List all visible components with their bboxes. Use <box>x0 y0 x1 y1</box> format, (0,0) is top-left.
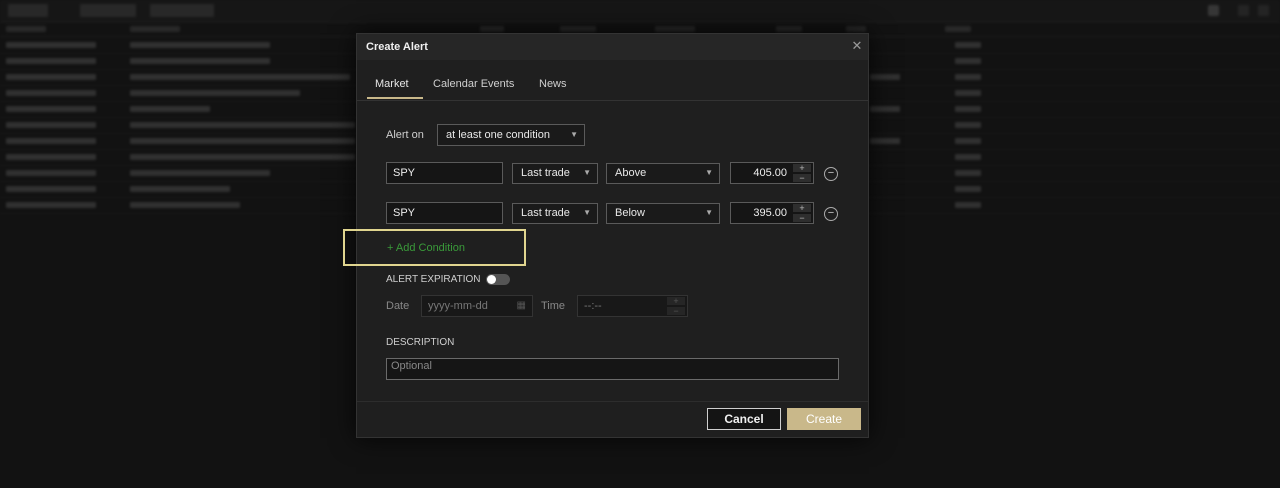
decrement-button[interactable]: − <box>793 174 811 183</box>
dialog-title: Create Alert <box>366 41 428 53</box>
toggle-knob <box>487 275 496 284</box>
background-header-cell <box>945 26 971 32</box>
dialog-footer: Cancel Create <box>357 401 868 438</box>
condition-value-input[interactable]: 395.00 + − <box>730 202 814 224</box>
increment-button[interactable]: + <box>793 204 811 213</box>
cancel-button[interactable]: Cancel <box>707 408 781 430</box>
background-button <box>80 4 136 17</box>
background-toolbar <box>0 0 1280 23</box>
tab-news[interactable]: News <box>539 78 567 90</box>
background-header-cell <box>776 26 802 32</box>
time-input[interactable]: --:-- + − <box>577 295 688 317</box>
dialog-header: Create Alert ✕ <box>357 34 868 60</box>
background-icon <box>1208 5 1219 16</box>
tab-market[interactable]: Market <box>375 78 409 90</box>
alert-on-value: at least one condition <box>446 129 550 141</box>
condition-field-value: Last trade <box>521 167 570 179</box>
date-input[interactable]: yyyy-mm-dd ▦ <box>421 295 533 317</box>
chevron-down-icon: ▼ <box>583 168 591 177</box>
alert-on-label: Alert on <box>386 129 424 141</box>
condition-value: 395.00 <box>753 207 787 219</box>
background-button <box>150 4 214 17</box>
description-input[interactable]: Optional <box>386 358 839 380</box>
background-button <box>8 4 48 17</box>
condition-operator-value: Below <box>615 207 645 219</box>
calendar-icon: ▦ <box>516 300 526 311</box>
condition-operator-value: Above <box>615 167 647 179</box>
background-header-cell <box>130 26 180 32</box>
condition-field-select[interactable]: Last trade ▼ <box>512 163 598 184</box>
condition-operator-select[interactable]: Above ▼ <box>606 163 720 184</box>
background-header-cell <box>6 26 46 32</box>
alert-expiration-toggle[interactable] <box>486 274 510 285</box>
condition-value: 405.00 <box>753 167 787 179</box>
chevron-down-icon: ▼ <box>705 208 713 217</box>
background-header-cell <box>480 26 504 32</box>
time-placeholder: --:-- <box>584 300 602 312</box>
description-placeholder: Optional <box>391 360 432 372</box>
time-label: Time <box>541 300 566 312</box>
background-icon <box>1238 5 1249 16</box>
increment-button[interactable]: + <box>667 297 685 306</box>
condition-symbol-input[interactable]: SPY <box>386 162 503 184</box>
decrement-button[interactable]: − <box>667 307 685 316</box>
background-header-cell <box>560 26 596 32</box>
active-tab-indicator <box>367 97 423 99</box>
increment-button[interactable]: + <box>793 164 811 173</box>
background-header-cell <box>846 26 866 32</box>
create-button[interactable]: Create <box>787 408 861 430</box>
chevron-down-icon: ▼ <box>705 168 713 177</box>
date-label: Date <box>386 300 410 312</box>
close-icon[interactable]: ✕ <box>850 39 864 53</box>
condition-field-value: Last trade <box>521 207 570 219</box>
alert-expiration-label: ALERT EXPIRATION <box>386 274 481 285</box>
background-header-cell <box>655 26 695 32</box>
condition-value-input[interactable]: 405.00 + − <box>730 162 814 184</box>
chevron-down-icon: ▼ <box>570 130 578 139</box>
alert-tabs: Market Calendar Events News <box>357 72 868 101</box>
condition-field-select[interactable]: Last trade ▼ <box>512 203 598 224</box>
decrement-button[interactable]: − <box>793 214 811 223</box>
condition-symbol-input[interactable]: SPY <box>386 202 503 224</box>
chevron-down-icon: ▼ <box>583 208 591 217</box>
condition-operator-select[interactable]: Below ▼ <box>606 203 720 224</box>
remove-condition-button[interactable]: − <box>824 207 838 221</box>
tab-calendar-events[interactable]: Calendar Events <box>433 78 514 90</box>
remove-condition-button[interactable]: − <box>824 167 838 181</box>
alert-on-select[interactable]: at least one condition ▼ <box>437 124 585 146</box>
date-placeholder: yyyy-mm-dd <box>428 300 488 312</box>
add-condition-highlight <box>343 229 526 266</box>
description-label: DESCRIPTION <box>386 337 455 348</box>
background-icon <box>1258 5 1269 16</box>
